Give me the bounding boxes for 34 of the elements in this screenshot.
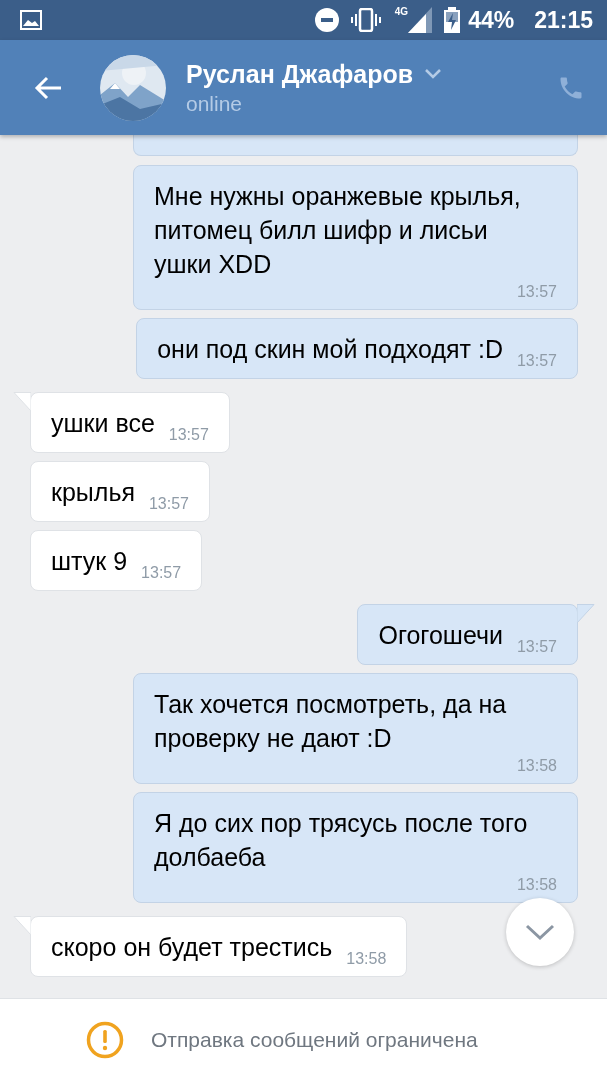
signal-icon	[408, 7, 433, 33]
message-time: 13:58	[515, 875, 557, 895]
message-text: крылья	[51, 477, 135, 508]
message-time: 13:58	[345, 949, 387, 969]
online-status: online	[186, 90, 243, 117]
chevron-down-icon	[525, 923, 555, 941]
battery-percent: 44%	[468, 6, 515, 34]
message-text: скоро он будет трестись	[51, 932, 333, 963]
message-text: штук 9	[51, 546, 128, 577]
message-time: 13:57	[147, 494, 189, 514]
image-icon	[20, 10, 42, 30]
chevron-down-icon[interactable]	[425, 68, 442, 79]
message-text: Я до сих пор трясусь после того долбаеба	[154, 808, 528, 873]
contact-name[interactable]: Руслан Джафаров	[186, 57, 414, 90]
message-text: они под скин мой подходят :D	[157, 334, 503, 365]
message-text: Так хочется посмотреть, да на проверку не дают :D	[154, 689, 507, 754]
message-text: Мне нужны оранжевые крылья, питомец билл шифр и лисьи ушки XDD	[154, 181, 521, 280]
message-time: 13:57	[140, 563, 182, 583]
warning-icon	[86, 1020, 124, 1059]
message-time: 13:57	[515, 282, 557, 302]
message-text: ушки все	[51, 408, 155, 439]
message-time: 13:57	[515, 637, 557, 657]
clock-time: 21:15	[534, 6, 593, 34]
do-not-disturb-icon	[314, 8, 339, 32]
network-type: 4G	[394, 7, 409, 17]
message-time: 13:58	[515, 756, 557, 776]
vibrate-icon	[350, 8, 381, 32]
battery-icon	[444, 7, 461, 33]
scroll-down-button[interactable]	[506, 898, 574, 966]
message-time: 13:57	[167, 425, 209, 445]
message-time: 13:57	[515, 351, 557, 371]
back-arrow-icon	[34, 75, 62, 100]
message-text: Огогошечи	[378, 620, 503, 651]
notice-text: Отправка сообщений ограничена	[151, 1027, 478, 1052]
